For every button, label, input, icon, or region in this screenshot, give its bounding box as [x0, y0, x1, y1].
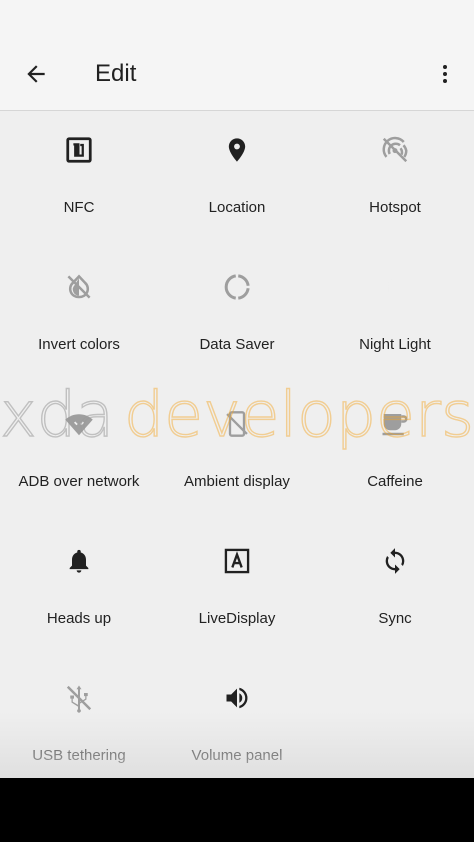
data-saver-icon — [224, 274, 250, 300]
coffee-cup-icon — [382, 414, 408, 436]
tile-volume-panel[interactable]: Volume panel — [158, 659, 316, 778]
tile-label: Location — [208, 199, 266, 216]
tile-label: Heads up — [46, 610, 112, 627]
tile-label: USB tethering — [32, 747, 126, 764]
tile-caffeine[interactable]: Caffeine — [316, 385, 474, 522]
tile-label: Night Light — [359, 336, 431, 353]
tile-label: Caffeine — [367, 473, 423, 490]
app-bar: Edit — [0, 0, 474, 111]
tile-label: Data Saver — [199, 336, 275, 353]
more-options-button[interactable] — [428, 54, 462, 94]
arrow-back-icon — [27, 65, 45, 83]
tile-label: Volume panel — [191, 747, 283, 764]
tile-heads-up[interactable]: Heads up — [0, 522, 158, 659]
tile-location[interactable]: Location — [158, 111, 316, 248]
tile-night-light[interactable]: Night Light — [316, 248, 474, 385]
tile-label: Sync — [378, 610, 412, 627]
tile-usb-tethering[interactable]: USB tethering — [0, 659, 158, 778]
back-button[interactable] — [14, 54, 58, 94]
location-pin-icon — [228, 138, 246, 162]
bell-icon — [69, 549, 89, 573]
navigation-bar — [0, 778, 474, 842]
wifi-adb-icon — [65, 414, 93, 436]
page-title: Edit — [95, 60, 137, 87]
more-vert-icon — [443, 65, 447, 83]
tile-label: Ambient display — [184, 473, 290, 490]
tile-livedisplay[interactable]: LiveDisplay — [158, 522, 316, 659]
ambient-display-off-icon — [226, 411, 248, 437]
sync-icon — [385, 548, 405, 574]
tile-label: ADB over network — [18, 473, 140, 490]
live-display-icon — [224, 548, 250, 574]
tile-label: NFC — [63, 199, 95, 216]
tile-nfc[interactable]: NFC — [0, 111, 158, 248]
night-light-moon-icon — [387, 276, 399, 298]
tile-label: Invert colors — [38, 336, 120, 353]
tile-sync[interactable]: Sync — [316, 522, 474, 659]
tile-label: LiveDisplay — [198, 610, 276, 627]
nfc-icon — [66, 137, 92, 163]
volume-icon — [226, 687, 248, 709]
tile-invert-colors[interactable]: Invert colors — [0, 248, 158, 385]
tile-adb-over-network[interactable]: ADB over network — [0, 385, 158, 522]
tile-ambient-display[interactable]: Ambient display — [158, 385, 316, 522]
tile-hotspot[interactable]: Hotspot — [316, 111, 474, 248]
invert-colors-off-icon — [67, 274, 91, 299]
tile-data-saver[interactable]: Data Saver — [158, 248, 316, 385]
usb-off-icon — [66, 685, 92, 713]
tile-label: Hotspot — [369, 199, 421, 216]
quick-settings-edit-screen: Edit NFC Location Hotspot Invert colors … — [0, 0, 474, 778]
hotspot-off-icon — [382, 136, 408, 163]
